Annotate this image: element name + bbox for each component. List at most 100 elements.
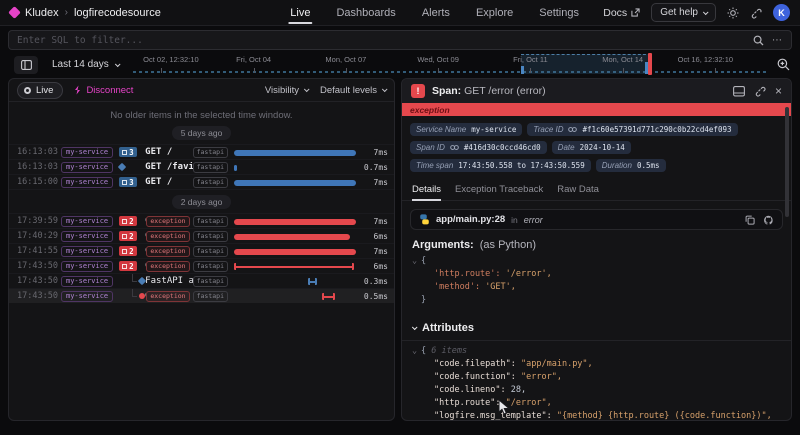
tag-fastapi: fastapi [193, 162, 228, 173]
timeline-tick [346, 68, 347, 73]
code-in-word: in [511, 215, 518, 225]
sql-filter-bar: ⋯ [8, 30, 792, 50]
trace-row[interactable]: 17:43:50 my-service FastAPI arguments fa… [9, 273, 394, 288]
live-button-label: Live [36, 85, 53, 96]
trace-row-selected[interactable]: 17:43:50 my-service GET /error (error) e… [9, 288, 394, 303]
more-options-icon[interactable]: ⋯ [772, 35, 783, 46]
tag-fastapi: fastapi [193, 177, 228, 188]
meta-duration: Duration0.5ms [596, 159, 666, 172]
nav-alerts[interactable]: Alerts [422, 1, 450, 24]
nav-explore[interactable]: Explore [476, 1, 513, 24]
live-dot-icon [24, 87, 31, 94]
span-title: GET / [145, 177, 192, 187]
child-count-badge[interactable]: 2 [119, 261, 137, 271]
live-button[interactable]: Live [17, 82, 63, 99]
visibility-dropdown[interactable]: Visibility [265, 85, 308, 96]
nav-dashboards[interactable]: Dashboards [336, 1, 395, 24]
scrollbar-thumb[interactable] [785, 107, 789, 217]
plug-icon [73, 85, 82, 95]
chevron-down-icon [703, 9, 709, 15]
copy-icon[interactable] [745, 215, 755, 225]
timeline-zoom-button[interactable] [777, 58, 790, 71]
span-icon [122, 249, 127, 254]
tab-exception-traceback[interactable]: Exception Traceback [455, 181, 543, 200]
breadcrumb-project[interactable]: logfirecodesource [74, 7, 161, 19]
nav-settings[interactable]: Settings [539, 1, 579, 24]
duration-label: 6ms [356, 232, 388, 241]
duration-bar-zone [234, 160, 356, 174]
trace-row[interactable]: 16:15:00 my-service 3 GET / fastapi 7ms [9, 174, 394, 189]
duration-label: 6ms [356, 262, 388, 271]
tag-fastapi: fastapi [193, 261, 228, 272]
docs-link[interactable]: Docs [603, 7, 640, 19]
default-levels-dropdown[interactable]: Default levels [320, 85, 386, 96]
child-count-badge[interactable]: 2 [119, 216, 137, 226]
duration-label: 0.7ms [356, 163, 388, 172]
code-function: error [524, 215, 543, 225]
time-range-selector[interactable]: Last 14 days [46, 59, 125, 70]
duration-label: 7ms [356, 247, 388, 256]
timeline-tick [530, 68, 531, 73]
code-location-bar[interactable]: app/main.py:28 in error [410, 209, 783, 230]
duration-label: 7ms [356, 148, 388, 157]
github-icon[interactable] [763, 215, 774, 225]
logfire-logo-icon[interactable] [8, 6, 21, 19]
breadcrumb-org[interactable]: Kludex [25, 7, 59, 19]
trace-row[interactable]: 16:13:03 my-service 3 GET / fastapi 7ms [9, 144, 394, 159]
trace-row[interactable]: 17:40:29 my-service 2 GET /error excepti… [9, 228, 394, 243]
live-view-panel: Live Disconnect Visibility Default level… [8, 78, 395, 421]
child-count-badge[interactable]: 3 [119, 147, 137, 157]
service-pill: my-service [61, 261, 113, 272]
span-detail-title: Span: GET /error (error) [432, 85, 546, 97]
dock-panel-icon[interactable] [733, 86, 745, 97]
sql-filter-input[interactable] [17, 35, 753, 46]
user-avatar[interactable]: K [773, 4, 790, 21]
tag-exception: exception [146, 216, 189, 227]
tick-label: Oct 02, 12:32:10 [143, 55, 198, 64]
close-icon[interactable]: × [775, 86, 782, 96]
arguments-heading: Arguments: (as Python) [402, 230, 791, 253]
main-nav: Live Dashboards Alerts Explore Settings [290, 1, 579, 24]
span-title: GET /favicon.ico [145, 162, 192, 172]
duration-bar [234, 150, 356, 156]
timeline-current-marker[interactable] [648, 53, 652, 75]
child-count-badge[interactable]: 3 [119, 177, 137, 187]
meta-trace-id[interactable]: Trace ID #f1c60e57391d771c290c0b22cd4ef0… [527, 123, 737, 136]
timeline-track[interactable]: Oct 02, 12:32:10 Fri, Oct 04 Mon, Oct 07… [133, 53, 769, 76]
span-diamond-icon [118, 163, 126, 171]
disconnect-button[interactable]: Disconnect [73, 85, 133, 96]
service-pill: my-service [61, 276, 113, 287]
breadcrumb: Kludex › logfirecodesource [10, 7, 161, 19]
nav-live[interactable]: Live [290, 1, 310, 24]
trace-row[interactable]: 17:43:50 my-service 2 GET /error excepti… [9, 258, 394, 273]
row-time: 17:43:50 [17, 261, 61, 271]
trace-row[interactable]: 16:13:03 my-service GET /favicon.ico fas… [9, 159, 394, 174]
share-link-button[interactable] [750, 7, 762, 19]
tick-label: Oct 16, 12:32:10 [678, 55, 733, 64]
collapse-icon[interactable]: ⌄ [412, 255, 421, 268]
meta-span-id[interactable]: Span ID #416d30c0ccd46cd0 [410, 141, 547, 154]
attributes-code: ⌄{ 6 items "code.filepath": "app/main.py… [402, 343, 791, 421]
service-pill: my-service [61, 216, 113, 227]
row-time: 17:43:50 [17, 276, 61, 286]
service-pill: my-service [61, 162, 113, 173]
child-count-badge[interactable]: 2 [119, 231, 137, 241]
tab-raw-data[interactable]: Raw Data [557, 181, 599, 200]
link-icon[interactable] [754, 85, 766, 97]
duration-range-bar [234, 263, 354, 270]
trace-row[interactable]: 17:39:59 my-service 2 GET /error excepti… [9, 213, 394, 228]
attributes-heading[interactable]: Attributes [402, 313, 791, 341]
duration-bar-zone [234, 175, 356, 189]
search-icon[interactable] [753, 35, 764, 46]
collapse-icon[interactable]: ⌄ [412, 345, 421, 358]
theme-toggle-button[interactable] [727, 7, 739, 19]
get-help-button[interactable]: Get help [651, 3, 716, 22]
trace-row[interactable]: 17:41:55 my-service 2 GET /error excepti… [9, 243, 394, 258]
tab-details[interactable]: Details [412, 181, 441, 200]
tag-exception: exception [146, 291, 189, 302]
service-pill: my-service [61, 147, 113, 158]
child-count-badge[interactable]: 2 [119, 246, 137, 256]
tick-label: Mon, Oct 07 [325, 55, 366, 64]
chevron-down-icon [115, 61, 121, 67]
sidebar-toggle-button[interactable] [14, 56, 38, 74]
